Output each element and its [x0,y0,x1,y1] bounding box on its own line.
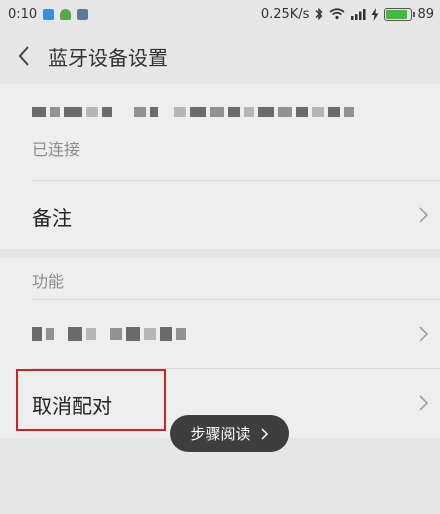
device-row: 已连接 [0,84,440,180]
device-card: 已连接 备注 [0,84,440,249]
chevron-left-icon [18,46,29,66]
status-right: 0.25K/s 89 [261,0,434,28]
bluetooth-icon [315,7,323,21]
device-name-redacted [32,107,358,117]
wifi-icon [329,8,345,20]
note-label: 备注 [32,206,72,230]
step-reading-button[interactable]: 步骤阅读 [170,415,289,452]
note-row[interactable]: 备注 [0,181,440,249]
signal-icon [351,9,366,20]
title-bar: 蓝牙设备设置 [0,28,440,84]
section-label: 功能 [32,272,65,291]
network-speed: 0.25K/s [260,6,310,22]
highlight-box [16,369,166,431]
battery-icon [384,7,416,21]
android-notification-icon [60,8,72,20]
chevron-right-icon [419,395,429,411]
function-row-redacted[interactable] [0,300,440,368]
back-button[interactable] [0,28,48,84]
status-bar: 0:10 0.25K/s 89 [0,0,440,28]
status-time: 0:10 [8,6,38,22]
page-title: 蓝牙设备设置 [48,45,168,70]
battery-fill [386,9,408,19]
function-label-redacted [32,327,190,341]
charging-icon [371,7,379,21]
device-status: 已连接 [32,140,81,159]
step-reading-label: 步骤阅读 [190,425,251,443]
battery-level: 89 [417,6,434,22]
message-notification-icon [77,8,89,20]
chevron-right-icon [419,207,429,223]
app-notification-icon [43,8,55,20]
chevron-right-icon [260,427,268,440]
chevron-right-icon [419,326,429,342]
